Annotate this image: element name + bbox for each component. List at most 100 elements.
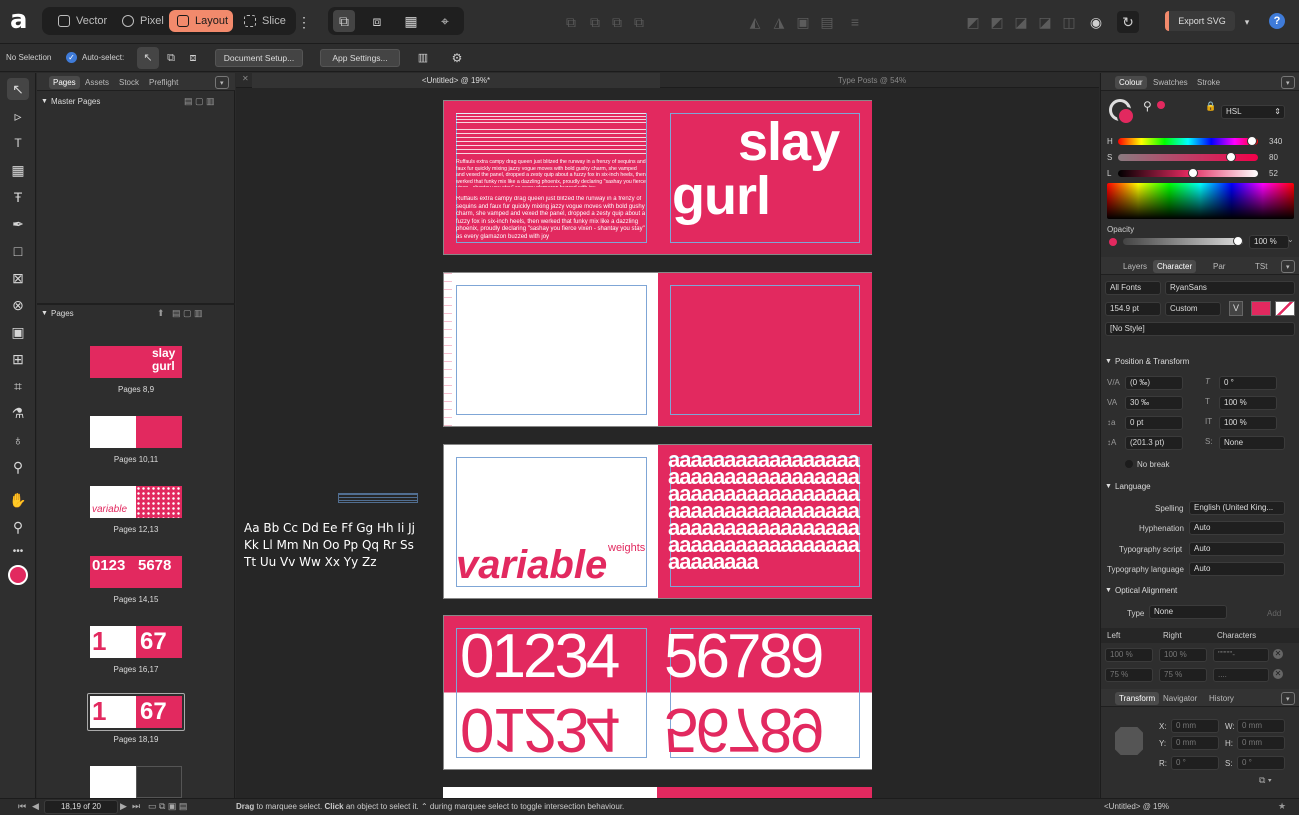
font-size-field[interactable]: 154.9 pt	[1105, 302, 1161, 316]
zoom-tool-icon[interactable]: ⚲	[7, 516, 29, 538]
lightness-value[interactable]: 52	[1269, 169, 1278, 178]
characters-field[interactable]: ....	[1213, 668, 1269, 682]
page-thumb-12-13[interactable]: variable	[90, 486, 182, 518]
layer-select-icon[interactable]: ⧉	[160, 47, 182, 69]
artistic-text-tool-icon[interactable]: Ŧ	[7, 186, 29, 208]
lock-icon[interactable]: 🔒	[1205, 101, 1216, 112]
arrange-forward-icon[interactable]: ◪	[1010, 11, 1032, 33]
tab-character[interactable]: Character	[1153, 260, 1197, 273]
fill-colour-swatch[interactable]	[8, 565, 28, 585]
export-button[interactable]: Export SVG	[1165, 11, 1235, 31]
spread-16-17[interactable]	[443, 787, 872, 798]
boolean-intersect-icon[interactable]: ⧉	[606, 11, 628, 33]
no-break-checkbox[interactable]	[1125, 460, 1133, 468]
star-icon[interactable]: ★	[1278, 801, 1286, 812]
move-tool-icon[interactable]: ↖	[7, 78, 29, 100]
optical-type-select[interactable]: None	[1149, 605, 1227, 619]
alphabet-specimen[interactable]: Aa Bb Cc Dd Ee Ff Gg Hh Ii Jj Kk Ll Mm N…	[244, 520, 415, 571]
position-transform-header[interactable]: ▼ Position & Transform	[1101, 354, 1299, 370]
fill-colour-well[interactable]	[1117, 107, 1135, 125]
node-tool-icon[interactable]: ▹	[7, 105, 29, 127]
saturation-knob[interactable]	[1226, 152, 1236, 162]
character-style-select[interactable]: [No Style]	[1105, 322, 1295, 336]
saturation-value[interactable]: 80	[1269, 153, 1278, 162]
more-tools-icon[interactable]: •••	[7, 541, 29, 563]
hand-tool-icon[interactable]: ✋	[7, 489, 29, 511]
group-select-icon[interactable]: ⧈	[182, 47, 204, 69]
saturation-slider[interactable]	[1118, 152, 1258, 162]
frame-text-tool-icon[interactable]: T	[7, 132, 29, 154]
assistant-icon[interactable]: ↻	[1117, 11, 1139, 33]
right-value-field[interactable]: 75 %	[1159, 668, 1207, 682]
tracking-field[interactable]: 30 ‰	[1125, 396, 1183, 410]
pointer-select-icon[interactable]: ↖	[137, 47, 159, 69]
chevron-down-icon[interactable]: ▾	[1236, 11, 1258, 33]
opacity-slider[interactable]	[1123, 236, 1243, 246]
tab-stock[interactable]: Stock	[115, 76, 143, 89]
optical-alignment-header[interactable]: ▼ Optical Alignment	[1101, 583, 1299, 599]
lightness-knob[interactable]	[1188, 168, 1198, 178]
arrange-front-icon[interactable]: ◪	[1034, 11, 1056, 33]
fill-tool-icon[interactable]: ⚗	[7, 402, 29, 424]
flip-horizontal-icon[interactable]: ◭	[744, 11, 766, 33]
hue-value[interactable]: 340	[1269, 137, 1282, 146]
chevron-down-icon[interactable]: ⌄	[1287, 235, 1294, 244]
flip-vertical-icon[interactable]: ◮	[768, 11, 790, 33]
hue-knob[interactable]	[1247, 136, 1257, 146]
text-colour-swatch[interactable]	[1251, 301, 1271, 316]
panel-menu-icon[interactable]: ▾	[1281, 692, 1295, 705]
previous-page-icon[interactable]: ◀	[32, 801, 39, 812]
page-actions-icon[interactable]: ⬆ ▤ ▢ ▥	[157, 308, 203, 319]
vector-crop-icon[interactable]: ⊞	[7, 348, 29, 370]
page-indicator-field[interactable]: 18,19 of 20	[44, 800, 118, 814]
language-header[interactable]: ▼ Language	[1101, 479, 1299, 495]
anchor-point-icon[interactable]	[1115, 727, 1143, 755]
ellipse-frame-icon[interactable]: ⊗	[7, 294, 29, 316]
w-field[interactable]: 0 mm	[1237, 719, 1285, 733]
close-tab-icon[interactable]: ✕	[242, 74, 249, 83]
hue-slider[interactable]	[1118, 136, 1258, 146]
opacity-knob[interactable]	[1233, 236, 1243, 246]
font-weight-select[interactable]: Custom	[1165, 302, 1221, 316]
h-field[interactable]: 0 mm	[1237, 736, 1285, 750]
place-image-icon[interactable]: ▣	[7, 321, 29, 343]
boolean-divide-icon[interactable]: ⧉	[628, 11, 650, 33]
spelling-select[interactable]: English (United King...	[1189, 501, 1285, 515]
y-field[interactable]: 0 mm	[1171, 736, 1219, 750]
crop-tool-icon[interactable]: ⌗	[7, 375, 29, 397]
lightness-slider[interactable]	[1118, 168, 1258, 178]
selected-text-frame[interactable]	[338, 493, 418, 503]
right-value-field[interactable]: 100 %	[1159, 648, 1207, 662]
tab-navigator[interactable]: Navigator	[1159, 692, 1201, 705]
page-thumb-16-17[interactable]: 1 67	[90, 626, 182, 658]
order-icon[interactable]: ▤	[816, 11, 838, 33]
transform-options-icon[interactable]: ⧉ ▾	[1259, 775, 1272, 786]
remove-row-icon[interactable]: ✕	[1273, 669, 1283, 679]
font-collection-select[interactable]: All Fonts	[1105, 281, 1161, 295]
x-field[interactable]: 0 mm	[1171, 719, 1219, 733]
tab-swatches[interactable]: Swatches	[1149, 76, 1192, 89]
spread-12-13[interactable]: weights variable aaaaaaaaaaaaaaaaaaaaaaa…	[443, 444, 872, 599]
colour-spectrum[interactable]	[1107, 183, 1294, 219]
page-thumb-18-19[interactable]: 1 67	[90, 696, 182, 728]
persona-slice[interactable]: Slice	[236, 10, 292, 32]
tab-colour[interactable]: Colour	[1115, 76, 1147, 89]
baseline-field[interactable]: 0 pt	[1125, 416, 1183, 430]
more-icon[interactable]: ⋮	[293, 11, 315, 33]
kerning-field[interactable]: (0 ‰)	[1125, 376, 1183, 390]
hyphenation-select[interactable]: Auto	[1189, 521, 1285, 535]
r-field[interactable]: 0 °	[1171, 756, 1219, 770]
tab-transform[interactable]: Transform	[1115, 692, 1160, 705]
opacity-field[interactable]: 100 %	[1249, 235, 1289, 249]
boolean-subtract-icon[interactable]: ⧉	[584, 11, 606, 33]
group-icon[interactable]: ◫	[1058, 11, 1080, 33]
typography-script-select[interactable]: Auto	[1189, 542, 1285, 556]
tab-pages[interactable]: Pages	[49, 76, 80, 89]
help-icon[interactable]: ?	[1269, 13, 1285, 29]
leading-field[interactable]: (201.3 pt)	[1125, 436, 1183, 450]
persona-pixel[interactable]: Pixel	[114, 10, 166, 32]
first-page-icon[interactable]: ⏮	[18, 801, 26, 812]
vertical-scale-field[interactable]: 100 %	[1219, 416, 1277, 430]
spread-10-11[interactable]	[443, 272, 872, 427]
page-tools-icon[interactable]: ▭ ⧉ ▣ ▤	[148, 801, 187, 812]
